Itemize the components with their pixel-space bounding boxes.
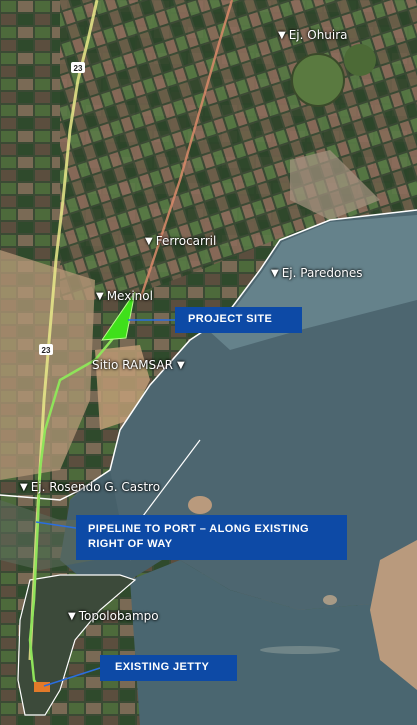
place-mexinol[interactable]: ▼ Mexinol bbox=[96, 289, 153, 304]
svg-text:23: 23 bbox=[42, 346, 51, 355]
place-ferrocarril[interactable]: ▼ Ferrocarril bbox=[145, 234, 216, 249]
down-arrow-icon: ▼ bbox=[20, 482, 28, 493]
down-arrow-icon: ▼ bbox=[145, 236, 153, 247]
callout-existing-jetty[interactable]: EXISTING JETTY bbox=[100, 655, 237, 681]
irrigation-circle-small bbox=[344, 44, 376, 76]
jetty-marker[interactable] bbox=[34, 682, 50, 692]
place-ramsar[interactable]: Sitio RAMSAR ▼ bbox=[92, 358, 188, 373]
down-arrow-icon: ▼ bbox=[176, 360, 185, 371]
island bbox=[188, 496, 212, 514]
down-arrow-icon: ▼ bbox=[68, 611, 76, 622]
satellite-map: 23 23 bbox=[0, 0, 417, 725]
place-rosendo[interactable]: ▼ Ej. Rosendo G. Castro bbox=[20, 480, 160, 495]
down-arrow-icon: ▼ bbox=[96, 291, 104, 302]
callout-pipeline[interactable]: PIPELINE TO PORT – ALONG EXISTING RIGHT … bbox=[76, 515, 347, 560]
highway-shield-icon: 23 bbox=[39, 344, 53, 355]
island bbox=[323, 595, 337, 605]
place-paredones[interactable]: ▼ Ej. Paredones bbox=[271, 266, 363, 281]
svg-text:23: 23 bbox=[74, 64, 83, 73]
map-view[interactable]: 23 23 ▼ Ej. Ohuira ▼ Ferrocarril ▼ Ej. Pare… bbox=[0, 0, 417, 725]
place-ohuira[interactable]: ▼ Ej. Ohuira bbox=[278, 28, 348, 43]
place-topolobampo[interactable]: ▼ Topolobampo bbox=[68, 609, 159, 624]
irrigation-circle bbox=[291, 53, 345, 107]
down-arrow-icon: ▼ bbox=[271, 268, 279, 279]
callout-project-site[interactable]: PROJECT SITE bbox=[175, 307, 302, 333]
highway-shield-icon: 23 bbox=[71, 62, 85, 73]
down-arrow-icon: ▼ bbox=[278, 30, 286, 41]
sandbar bbox=[260, 646, 340, 654]
